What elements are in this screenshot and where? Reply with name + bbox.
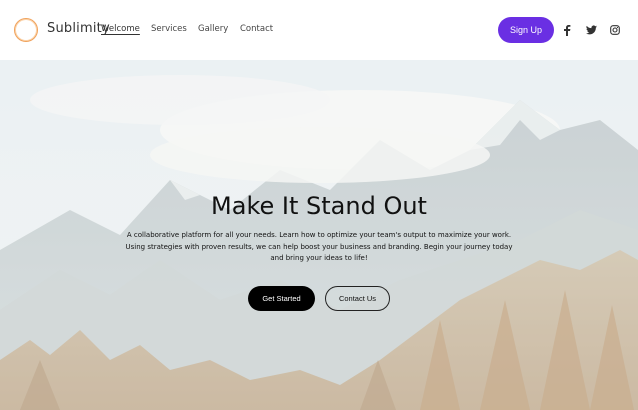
facebook-icon[interactable] <box>560 22 574 38</box>
hero-paragraph: A collaborative platform for all your ne… <box>125 231 513 262</box>
site-header: Sublimity Welcome Services Gallery Conta… <box>0 0 638 60</box>
twitter-icon[interactable] <box>584 22 598 38</box>
nav-welcome[interactable]: Welcome <box>101 24 140 34</box>
logo-icon[interactable] <box>14 18 38 42</box>
nav-services[interactable]: Services <box>151 24 187 34</box>
contact-us-button[interactable]: Contact Us <box>325 286 390 311</box>
get-started-button[interactable]: Get Started <box>248 286 315 311</box>
hero-title: Make It Stand Out <box>211 192 427 220</box>
instagram-icon[interactable] <box>608 22 622 38</box>
nav-contact[interactable]: Contact <box>240 24 273 34</box>
hero-section: Make It Stand Out A collaborative platfo… <box>0 60 638 410</box>
sign-up-button[interactable]: Sign Up <box>498 17 554 43</box>
nav-gallery[interactable]: Gallery <box>198 24 228 34</box>
